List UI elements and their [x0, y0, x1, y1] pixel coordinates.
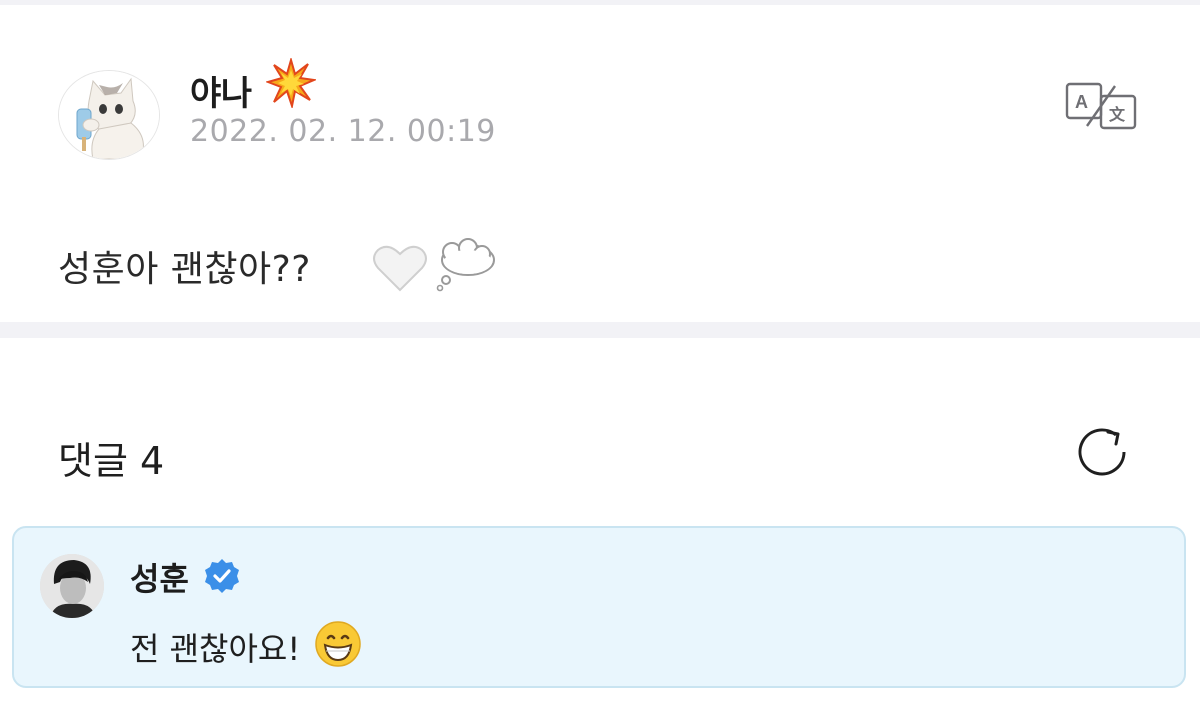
white-heart-icon: [373, 245, 427, 292]
comment-author-name[interactable]: 성훈: [130, 554, 189, 600]
post-date: 2022. 02. 12. 00:19: [190, 114, 496, 149]
post-header: 야나 2022. 02. 12. 00:19: [58, 56, 1158, 160]
svg-text:文: 文: [1109, 105, 1126, 124]
author-avatar[interactable]: [58, 70, 160, 160]
collision-icon: [264, 56, 318, 112]
refresh-icon: [1078, 428, 1126, 476]
svg-text:A: A: [1075, 92, 1088, 112]
verified-badge-icon: [204, 558, 240, 594]
grinning-face-icon: [314, 620, 362, 668]
avatar-photo: [40, 554, 104, 618]
thought-balloon-icon: [436, 238, 495, 292]
author-name[interactable]: 야나: [190, 66, 252, 115]
post-body-text: 성훈아 괜찮아??: [58, 249, 311, 290]
translate-button[interactable]: A 文: [1065, 82, 1139, 130]
cat-avatar-illustration: [59, 71, 159, 159]
translate-icon: A 文: [1065, 82, 1137, 130]
comment-text: 전 괜찮아요!: [130, 630, 301, 668]
section-divider: [0, 322, 1200, 338]
post-body-icons: [370, 238, 500, 294]
comment-author-avatar[interactable]: [40, 554, 104, 618]
comments-count-label: 댓글 4: [58, 439, 165, 483]
top-strip: [0, 0, 1200, 5]
comment-card[interactable]: 성훈 전 괜찮아요!: [12, 526, 1186, 688]
refresh-button[interactable]: [1072, 422, 1132, 482]
